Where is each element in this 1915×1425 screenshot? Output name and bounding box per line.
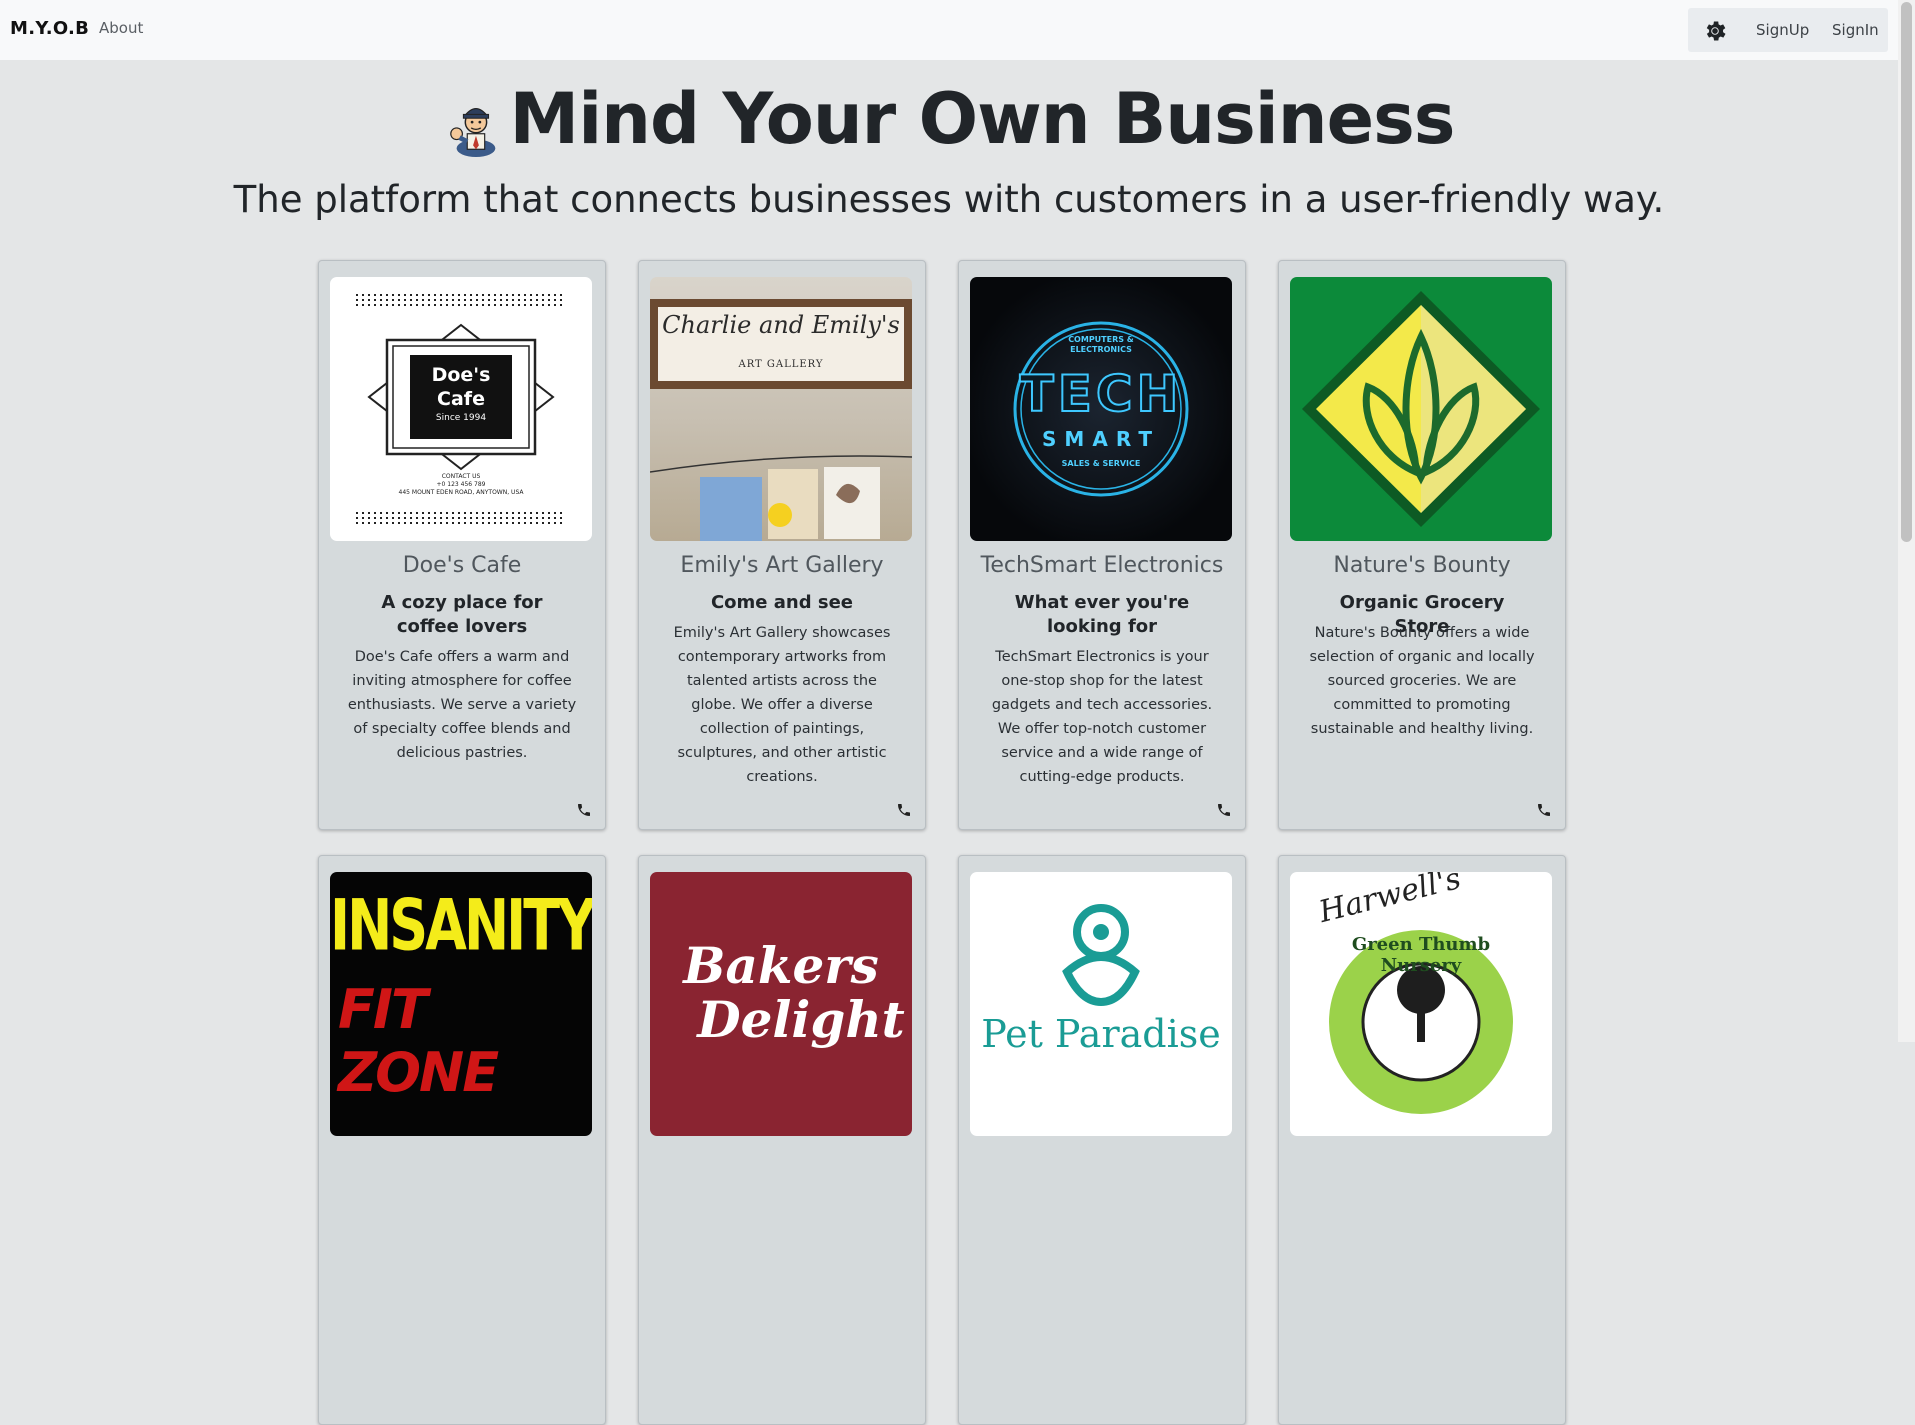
business-description: Emily's Art Gallery showcases contempora… [673, 625, 891, 785]
business-logo: Bakers Delight [650, 872, 912, 1136]
page-scrollbar[interactable] [1898, 0, 1915, 1042]
tech-logo-smart: SMART [1042, 427, 1160, 451]
business-logo: Charlie and Emily's ART GALLERY [650, 277, 912, 541]
tech-logo-tech: TECH [1019, 364, 1183, 424]
page-tagline: The platform that connects businesses wi… [233, 178, 1665, 221]
signin-link[interactable]: SignIn [1832, 21, 1879, 39]
tech-logo-top: COMPUTERS & ELECTRONICS [1068, 335, 1134, 354]
business-subtitle: What ever you're looking for [1014, 592, 1190, 637]
business-subtitle: Come and see [710, 592, 854, 613]
business-logo: INSANITY FIT ZONE [330, 872, 592, 1136]
business-card[interactable]: Doe's Cafe Since 1994 CONTACT US +0 123 … [318, 260, 606, 830]
business-name: Emily's Art Gallery [680, 553, 884, 578]
phone-icon[interactable] [1536, 802, 1552, 818]
signup-link[interactable]: SignUp [1756, 21, 1809, 39]
business-card[interactable]: INSANITY FIT ZONE [318, 855, 606, 1425]
nursery-logo-line2: Green Thumb Nursery [1351, 934, 1491, 976]
scrollbar-thumb[interactable] [1901, 2, 1912, 542]
gallery-sign-text: Charlie and Emily's [662, 311, 900, 339]
tech-logo-bottom: SALES & SERVICE [1061, 459, 1141, 468]
bakers-logo-line1: Bakers [683, 936, 879, 995]
business-description: TechSmart Electronics is your one-stop s… [991, 649, 1213, 785]
bakers-logo-line2: Delight [697, 990, 905, 1049]
business-card[interactable]: COMPUTERS & ELECTRONICS TECH SMART SALES… [958, 260, 1246, 830]
cafe-logo-text: Doe's Cafe Since 1994 [431, 364, 491, 423]
mascot-icon [449, 107, 495, 157]
gallery-sign-sub: ART GALLERY [738, 359, 824, 370]
business-logo [1290, 277, 1552, 541]
business-subtitle: A cozy place for coffee lovers [381, 592, 543, 637]
page-title: Mind Your Own Business [509, 78, 1456, 160]
phone-icon[interactable] [576, 802, 592, 818]
nav-about-link[interactable]: About [99, 19, 143, 37]
phone-icon[interactable] [896, 802, 912, 818]
business-name: Nature's Bounty [1333, 553, 1511, 578]
business-name: Doe's Cafe [402, 553, 522, 578]
cafe-logo-contact: CONTACT US +0 123 456 789 445 MOUNT EDEN… [398, 473, 524, 496]
business-card[interactable]: Harwell's Green Thumb Nursery [1278, 855, 1566, 1425]
business-logo: Harwell's Green Thumb Nursery [1290, 872, 1552, 1136]
business-description: Doe's Cafe offers a warm and inviting at… [347, 649, 577, 761]
business-card[interactable]: Pet Paradise [958, 855, 1246, 1425]
petparadise-logo-text: Pet Paradise [981, 1012, 1221, 1056]
business-logo: Doe's Cafe Since 1994 CONTACT US +0 123 … [330, 277, 592, 541]
hero-heading: Mind Your Own Business [0, 78, 1898, 160]
nav-actions: SignUp SignIn [1688, 8, 1888, 52]
business-card[interactable]: Nature's Bounty Organic Grocery Store Na… [1278, 260, 1566, 830]
business-logo: Pet Paradise [970, 872, 1232, 1136]
business-logo: COMPUTERS & ELECTRONICS TECH SMART SALES… [970, 277, 1232, 541]
business-card[interactable]: Bakers Delight [638, 855, 926, 1425]
brand-link[interactable]: M.Y.O.B [10, 18, 89, 39]
insanity-logo-line2: FIT ZONE [338, 978, 499, 1104]
navbar: M.Y.O.B About SignUp SignIn [0, 0, 1898, 60]
gear-icon[interactable] [1702, 18, 1728, 44]
business-card[interactable]: Charlie and Emily's ART GALLERY Emily's … [638, 260, 926, 830]
business-description: Nature's Bounty offers a wide selection … [1309, 625, 1535, 737]
insanity-logo-line1: INSANITY [330, 884, 592, 967]
business-name: TechSmart Electronics [980, 553, 1224, 578]
phone-icon[interactable] [1216, 802, 1232, 818]
